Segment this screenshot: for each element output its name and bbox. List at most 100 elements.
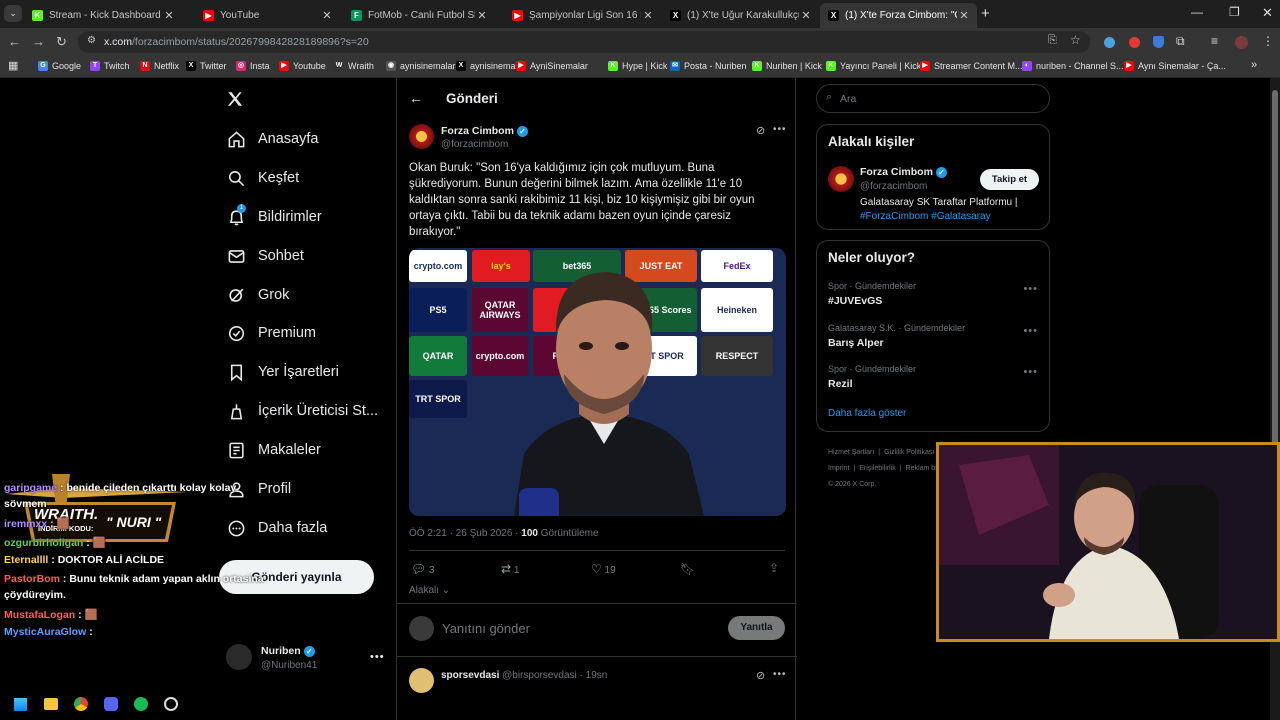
sidebar-item-home[interactable]: Anasayfa [226,129,318,149]
windows-start-icon[interactable] [14,698,27,711]
browser-tab[interactable]: X (1) X'te Uğur Karakullukçu: "Re✕ [662,3,819,28]
extensions-puzzle-icon[interactable]: ⧉ [1176,34,1185,49]
author-avatar[interactable] [409,124,434,149]
close-tab-icon[interactable]: ✕ [162,9,176,22]
bookmark-item[interactable]: ▶ AyniSinemalar [516,61,588,71]
bookmark-item[interactable]: W Wraith [334,61,374,71]
bookmarks-overflow-icon[interactable]: » [1251,59,1257,71]
close-tab-icon[interactable]: ✕ [641,9,655,22]
post-image[interactable]: crypto.com lay's bet365 JUST EAT FedEx PS5 QAT… [409,248,786,516]
browser-tab[interactable]: X (1) X'te Forza Cimbom: "Okan B✕ [820,3,977,28]
trend-more-icon[interactable]: ••• [1023,366,1038,378]
grok-icon[interactable]: ⊘ [756,124,765,137]
reload-icon[interactable]: ↻ [56,34,67,50]
maximize-window-icon[interactable]: ❐ [1229,5,1240,19]
bio-hashtags[interactable]: #ForzaCimbom #Galatasaray [860,211,991,222]
related-avatar[interactable] [828,166,854,192]
bookmark-item[interactable]: ✉ Posta - Nuriben [670,61,747,71]
reply-button[interactable]: Yanıtla [728,616,785,640]
related-handle[interactable]: @forzacimbom [860,181,927,192]
sidebar-item-search[interactable]: Keşfet [226,168,299,188]
reply-action[interactable]: 💬︎ 3 [411,562,435,576]
extension-icon-1[interactable] [1104,37,1115,48]
browser-tab[interactable]: ▶ YouTube ✕ [195,3,340,28]
footer-link[interactable]: Erişilebilirlik [859,465,896,472]
address-bar[interactable]: ⚙ x.com/forzacimbom/status/2026799842828… [78,31,1090,53]
obs-icon[interactable] [164,697,178,711]
bookmark-item[interactable]: K Hype | Kick [608,61,667,71]
sidebar-item-verified[interactable]: Premium [226,323,316,343]
bookmark-item[interactable]: K Nuriben | Kick [752,61,822,71]
bookmark-item[interactable]: K Yayıncı Paneli | Kick [826,61,921,71]
sidebar-item-grok[interactable]: Grok [226,285,289,305]
minimize-window-icon[interactable]: — [1191,5,1203,19]
bookmark-item[interactable]: ▶ Aynı Sinemalar - Ça... [1124,61,1226,71]
next-reply-more-icon[interactable]: ••• [773,669,787,680]
sidebar-item-mail[interactable]: Sohbet [226,246,304,266]
share-action[interactable]: ⇪ [769,561,779,575]
close-tab-icon[interactable]: ✕ [799,9,813,22]
bookmark-item[interactable]: ◉ aynisinemalar [386,61,456,71]
repost-action[interactable]: ⇄ 1 [501,562,519,576]
close-tab-icon[interactable]: ✕ [320,9,334,22]
close-tab-icon[interactable]: ✕ [957,9,971,22]
bookmark-item[interactable]: ◎ Insta [236,61,270,71]
new-tab-plus-icon[interactable]: + [981,5,990,22]
footer-link[interactable]: Imprint [828,465,849,472]
close-window-icon[interactable]: ✕ [1262,5,1273,21]
trend-more-icon[interactable]: ••• [1023,283,1038,295]
bookmark-item[interactable]: ▶ Youtube [279,61,326,71]
back-arrow-icon[interactable]: ← [409,90,423,106]
browser-tab[interactable]: ▶ Şampiyonlar Ligi Son 16 Play-O✕ [504,3,661,28]
bookmark-item[interactable]: G Google [38,61,81,71]
bookmark-star-icon[interactable]: ☆ [1070,33,1081,47]
bookmark-item[interactable]: ◐ nuriben - Channel S... [1022,61,1124,71]
back-arrow-icon[interactable]: ← [8,34,21,49]
tab-search-button[interactable]: ⌄ [4,5,22,22]
browser-tab[interactable]: F FotMob - Canlı Futbol Skorları✕ [343,3,495,28]
site-info-icon[interactable]: ⚙ [87,35,96,46]
account-name[interactable]: Nuriben ✓ [261,645,315,657]
show-more-link[interactable]: Daha fazla göster [828,408,906,419]
account-avatar[interactable] [226,644,252,670]
file-explorer-icon[interactable] [44,698,58,710]
like-action[interactable]: ♡ 19 [591,562,616,576]
bookmark-item[interactable]: T Twitch [90,61,130,71]
footer-link[interactable]: Gizlilik Politikası [884,449,934,456]
extension-icon-3[interactable] [1153,36,1164,48]
x-logo-icon[interactable] [226,90,244,108]
grok-icon[interactable]: ⊘ [756,669,765,682]
bookmark-item[interactable]: N Netflix [140,61,179,71]
related-name[interactable]: Forza Cimbom ✓ [860,166,947,178]
bookmark-action[interactable]: 🔖︎ [680,562,695,576]
bookmark-item[interactable]: X Twitter [186,61,227,71]
footer-link[interactable]: Hizmet Şartları [828,449,874,456]
trend-item[interactable]: Galatasaray S.K. · Gündemdekiler Barış Al… [828,323,1038,349]
follow-button[interactable]: Takip et [980,169,1039,190]
profile-avatar-icon[interactable] [1235,36,1248,49]
next-reply-author[interactable]: sporsevdasi @birsporsevdasi · 19sn [441,670,607,681]
extension-icon-2[interactable] [1129,37,1140,48]
reply-sort-dropdown[interactable]: Alakalı ⌄ [409,585,450,596]
close-tab-icon[interactable]: ✕ [475,9,489,22]
post-more-icon[interactable]: ••• [773,124,787,135]
account-more-icon[interactable]: ••• [370,651,385,663]
trend-item[interactable]: Spor · Gündemdekiler #JUVEvGS ••• [828,281,1038,307]
spotify-icon[interactable] [134,697,148,711]
forward-arrow-icon[interactable]: → [32,34,45,49]
trend-more-icon[interactable]: ••• [1023,325,1038,337]
sidebar-item-article[interactable]: Makaleler [226,440,321,460]
author-name[interactable]: Forza Cimbom ✓ [441,125,528,137]
browser-tab[interactable]: K Stream - Kick Dashboard ✕ [24,3,182,28]
chrome-icon[interactable] [74,697,88,711]
reply-input[interactable]: Yanıtını gönder [442,621,530,636]
search-input[interactable]: ⌕ Ara [816,84,1050,113]
apps-grid-icon[interactable]: ▦ [8,59,18,72]
sidebar-item-bookmark[interactable]: Yer İşaretleri [226,362,339,382]
bookmark-item[interactable]: ▶ Streamer Content M... [920,61,1023,71]
trend-item[interactable]: Spor · Gündemdekiler Rezil ••• [828,364,1038,390]
install-app-icon[interactable]: ⎘ [1048,34,1057,47]
media-control-icon[interactable]: ≡ [1211,34,1218,48]
author-handle[interactable]: @forzacimbom [441,139,508,150]
browser-menu-icon[interactable]: ⋮ [1262,34,1274,48]
